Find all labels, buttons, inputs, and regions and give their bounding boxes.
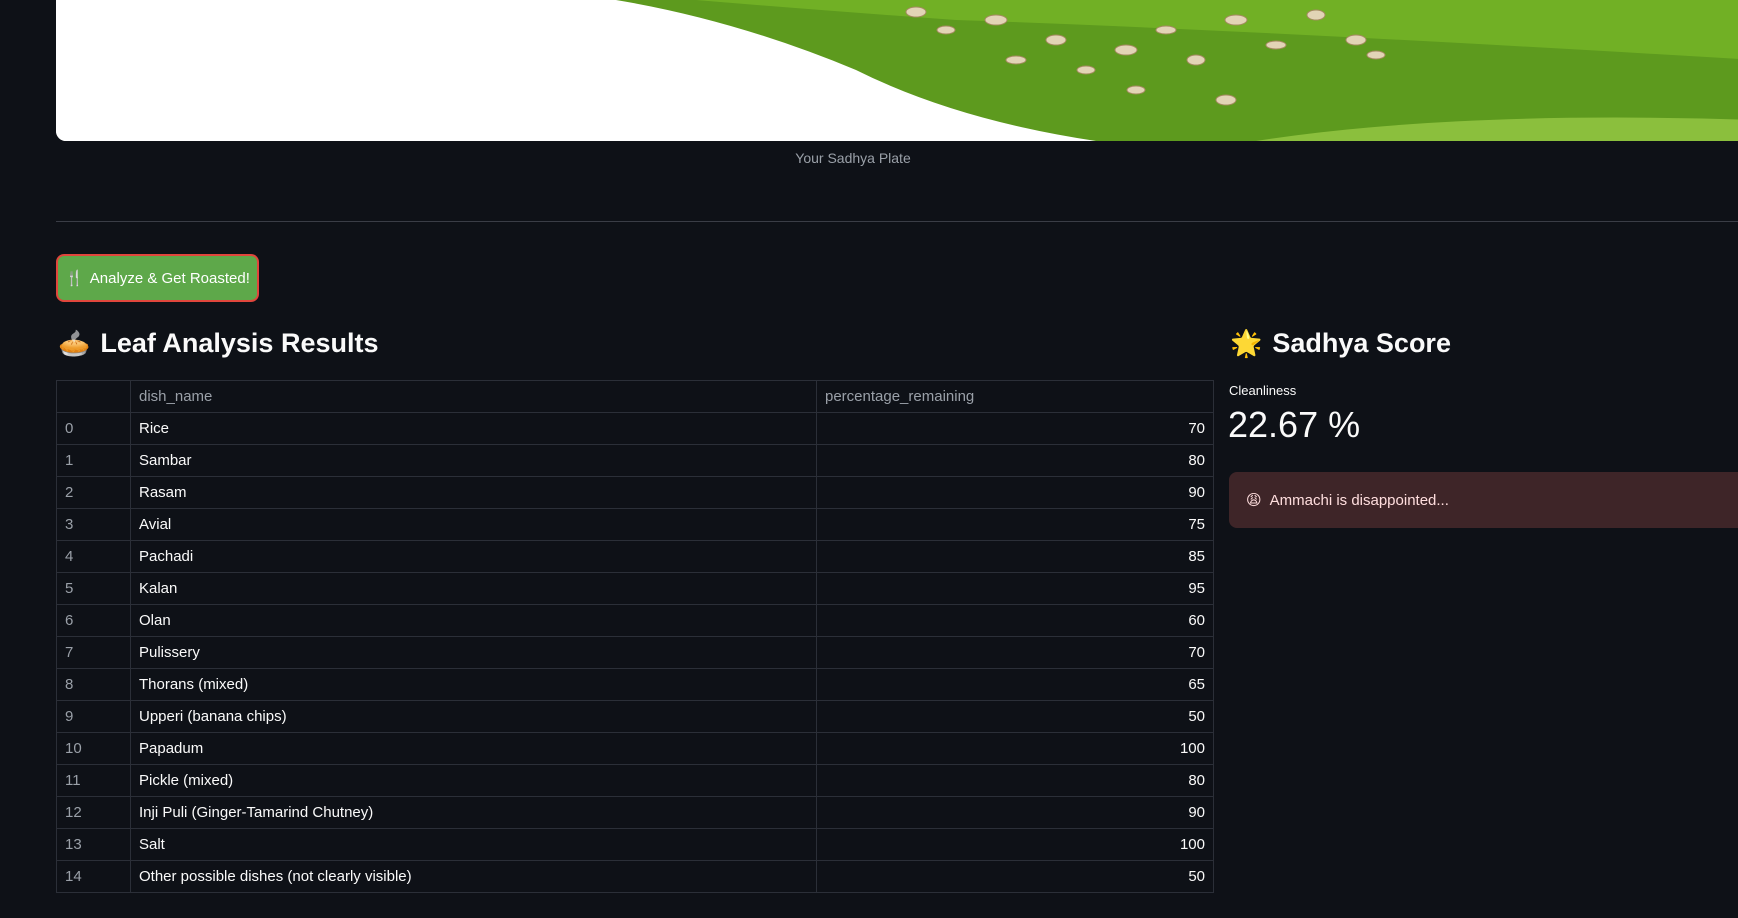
dish-name-cell: Inji Puli (Ginger-Tamarind Chutney) (130, 796, 817, 829)
table-row[interactable]: 3 Avial 75 (56, 508, 1214, 541)
disappointment-alert: 😩 Ammachi is disappointed... (1229, 472, 1738, 528)
dish-name-cell: Rasam (130, 476, 817, 509)
table-row[interactable]: 5 Kalan 95 (56, 572, 1214, 605)
percentage-cell: 60 (816, 604, 1214, 637)
table-row[interactable]: 13 Salt 100 (56, 828, 1214, 861)
percentage-cell: 80 (816, 764, 1214, 797)
percentage-cell: 100 (816, 732, 1214, 765)
dish-name-header[interactable]: dish_name (130, 380, 817, 413)
row-index: 12 (56, 796, 131, 829)
dish-name-cell: Kalan (130, 572, 817, 605)
row-index: 7 (56, 636, 131, 669)
leaf-analysis-heading: 🥧 Leaf Analysis Results (58, 328, 378, 359)
table-row[interactable]: 9 Upperi (banana chips) 50 (56, 700, 1214, 733)
results-table[interactable]: dish_name percentage_remaining 0 Rice 70 1 S… (56, 380, 1214, 893)
leaf-analysis-title: Leaf Analysis Results (100, 328, 379, 358)
alert-text: Ammachi is disappointed... (1269, 491, 1449, 509)
table-row[interactable]: 2 Rasam 90 (56, 476, 1214, 509)
row-index: 2 (56, 476, 131, 509)
percentage-cell: 85 (816, 540, 1214, 573)
dish-name-cell: Upperi (banana chips) (130, 700, 817, 733)
dish-name-cell: Pickle (mixed) (130, 764, 817, 797)
percentage-cell: 80 (816, 444, 1214, 477)
table-row[interactable]: 8 Thorans (mixed) 65 (56, 668, 1214, 701)
fork-knife-icon: 🍴 (65, 270, 84, 287)
weary-face-icon: 😩 (1246, 492, 1262, 509)
percentage-cell: 50 (816, 860, 1214, 893)
dish-name-cell: Pachadi (130, 540, 817, 573)
index-header (56, 380, 131, 413)
table-header-row: dish_name percentage_remaining (56, 380, 1214, 413)
dish-name-cell: Pulissery (130, 636, 817, 669)
dish-name-cell: Sambar (130, 444, 817, 477)
row-index: 8 (56, 668, 131, 701)
row-index: 6 (56, 604, 131, 637)
row-index: 14 (56, 860, 131, 893)
percentage-cell: 70 (816, 636, 1214, 669)
row-index: 11 (56, 764, 131, 797)
percentage-cell: 50 (816, 700, 1214, 733)
dish-name-cell: Olan (130, 604, 817, 637)
dish-name-cell: Rice (130, 412, 817, 445)
dish-name-cell: Thorans (mixed) (130, 668, 817, 701)
percentage-cell: 70 (816, 412, 1214, 445)
leaf-plate-icon: 🥧 (58, 328, 91, 358)
metric-label: Cleanliness (1229, 383, 1297, 398)
percentage-cell: 90 (816, 476, 1214, 509)
table-row[interactable]: 14 Other possible dishes (not clearly vis… (56, 860, 1214, 893)
metric-value: 22.67 % (1228, 404, 1361, 445)
row-index: 4 (56, 540, 131, 573)
glowing-star-icon: 🌟 (1230, 328, 1263, 358)
table-row[interactable]: 10 Papadum 100 (56, 732, 1214, 765)
image-caption: Your Sadhya Plate (795, 150, 911, 166)
divider (56, 221, 1738, 222)
dish-name-cell: Papadum (130, 732, 817, 765)
analyze-button-label: Analyze & Get Roasted! (89, 269, 250, 287)
analyze-button[interactable]: 🍴 Analyze & Get Roasted! (56, 254, 259, 302)
row-index: 1 (56, 444, 131, 477)
table-row[interactable]: 7 Pulissery 70 (56, 636, 1214, 669)
dish-name-cell: Other possible dishes (not clearly visib… (130, 860, 817, 893)
table-row[interactable]: 4 Pachadi 85 (56, 540, 1214, 573)
row-index: 3 (56, 508, 131, 541)
row-index: 9 (56, 700, 131, 733)
percentage-cell: 100 (816, 828, 1214, 861)
row-index: 5 (56, 572, 131, 605)
sadhya-score-heading: 🌟 Sadhya Score (1230, 328, 1451, 359)
table-row[interactable]: 1 Sambar 80 (56, 444, 1214, 477)
percentage-cell: 75 (816, 508, 1214, 541)
table-row[interactable]: 0 Rice 70 (56, 412, 1214, 445)
row-index: 0 (56, 412, 131, 445)
dish-name-cell: Salt (130, 828, 817, 861)
table-row[interactable]: 6 Olan 60 (56, 604, 1214, 637)
sadhya-score-title: Sadhya Score (1272, 328, 1451, 358)
row-index: 10 (56, 732, 131, 765)
percentage-cell: 65 (816, 668, 1214, 701)
percentage-cell: 90 (816, 796, 1214, 829)
table-row[interactable]: 11 Pickle (mixed) 80 (56, 764, 1214, 797)
row-index: 13 (56, 828, 131, 861)
percentage-remaining-header[interactable]: percentage_remaining (816, 380, 1214, 413)
percentage-cell: 95 (816, 572, 1214, 605)
dish-name-cell: Avial (130, 508, 817, 541)
sadhya-plate-image (56, 0, 1738, 141)
table-row[interactable]: 12 Inji Puli (Ginger-Tamarind Chutney) 90 (56, 796, 1214, 829)
